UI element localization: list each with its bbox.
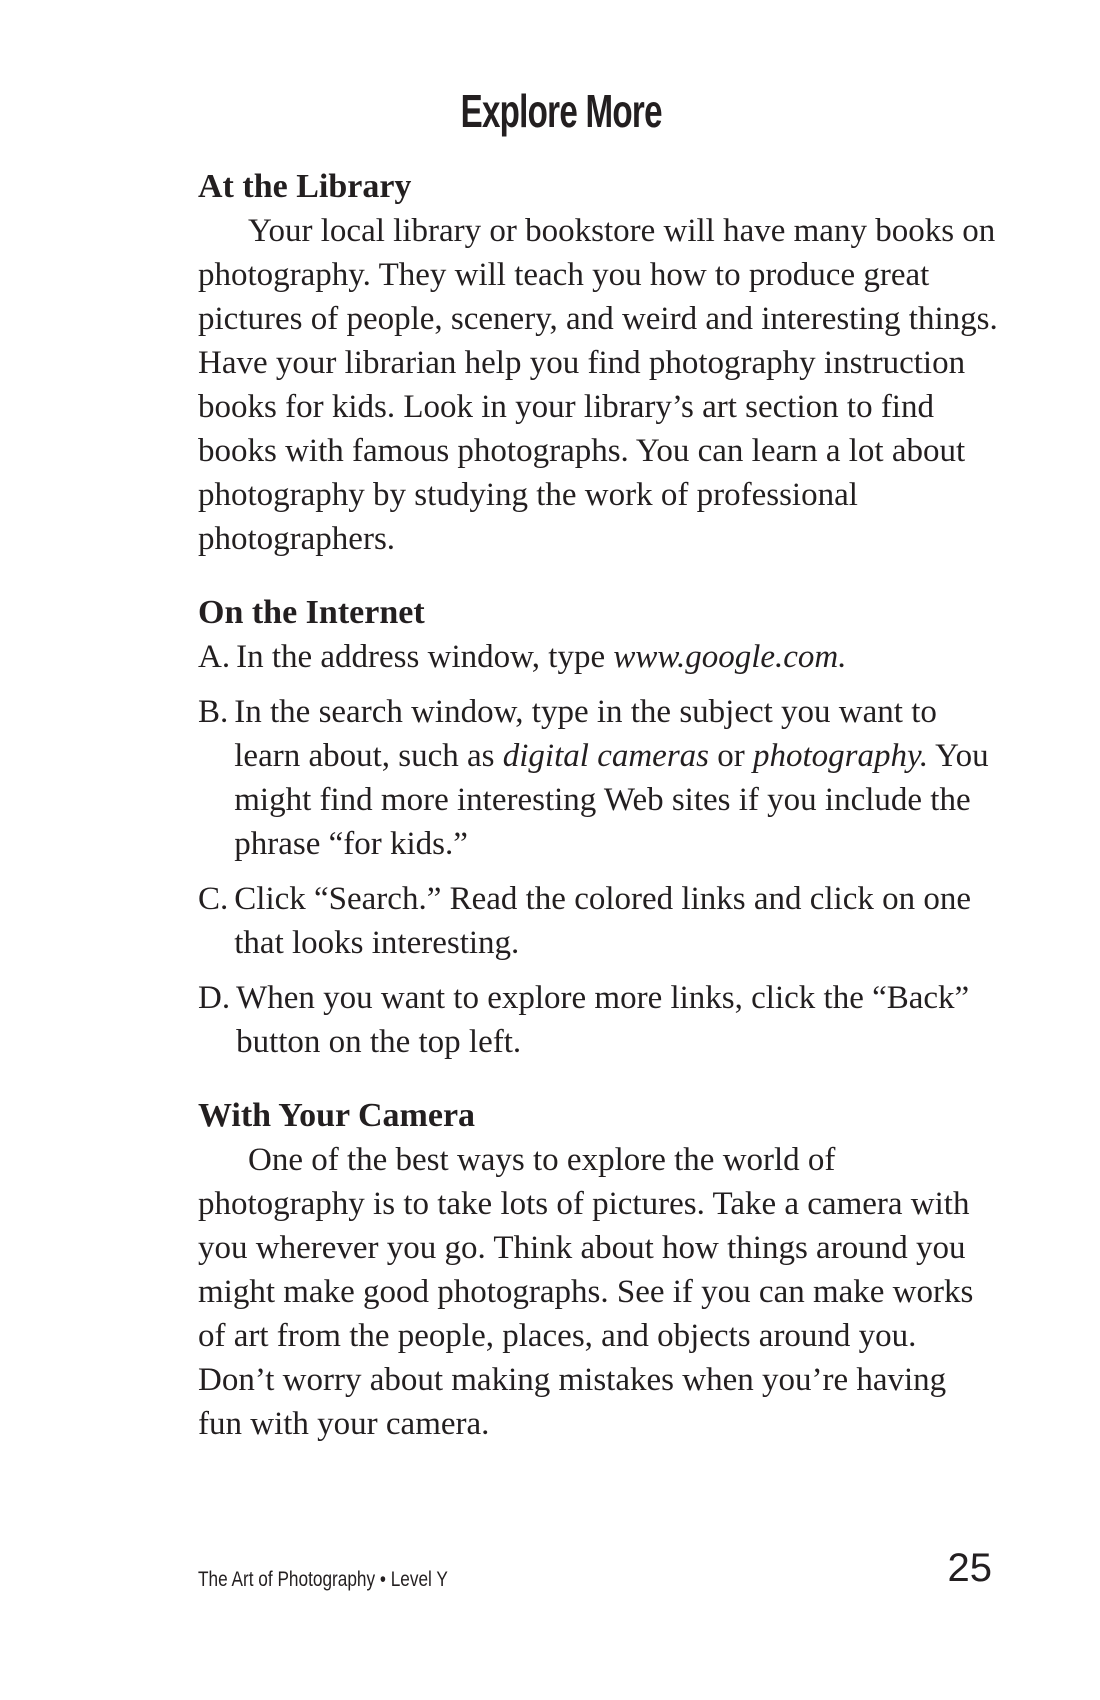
page-number: 25: [947, 1546, 993, 1590]
step-letter: A.: [198, 639, 231, 675]
library-section: At the Library Your local library or boo…: [198, 165, 998, 561]
step-text-italic: digital cameras: [502, 738, 709, 774]
internet-section: On the Internet A. In the address window,…: [198, 591, 998, 1064]
step-text: In the address window, type www.google.c…: [236, 635, 998, 679]
camera-paragraph: One of the best ways to explore the worl…: [198, 1142, 974, 1442]
step-letter: C.: [198, 881, 229, 917]
camera-section: With Your Camera One of the best ways to…: [198, 1094, 998, 1446]
step-text-part: In the address window, type: [236, 639, 614, 675]
step-text-part: When you want to explore more links, cli…: [236, 980, 970, 1060]
page-title: Explore More: [460, 85, 663, 137]
step-text-part: or: [709, 738, 753, 774]
library-paragraph: Your local library or bookstore will hav…: [198, 213, 998, 557]
footer-book-title: The Art of Photography • Level Y: [198, 1568, 448, 1591]
camera-heading: With Your Camera: [198, 1097, 476, 1134]
step-letter: D.: [198, 980, 231, 1016]
list-item: B. In the search window, type in the subj…: [198, 690, 998, 866]
library-heading: At the Library: [198, 168, 412, 205]
step-text-italic: www.google.com.: [613, 639, 847, 675]
list-item: A. In the address window, type www.google…: [198, 635, 998, 679]
internet-steps-list: A. In the address window, type www.google…: [198, 635, 998, 1064]
internet-heading: On the Internet: [198, 594, 425, 631]
page-content: At the Library Your local library or boo…: [198, 165, 998, 1476]
step-text: Click “Search.” Read the colored links a…: [234, 877, 998, 965]
step-text-part: Click “Search.” Read the colored links a…: [234, 881, 972, 961]
step-text: When you want to explore more links, cli…: [236, 976, 998, 1064]
step-text: In the search window, type in the subjec…: [234, 690, 998, 866]
step-text-italic: photography.: [753, 738, 929, 774]
list-item: D. When you want to explore more links, c…: [198, 976, 998, 1064]
list-item: C. Click “Search.” Read the colored links…: [198, 877, 998, 965]
step-letter: B.: [198, 694, 229, 730]
